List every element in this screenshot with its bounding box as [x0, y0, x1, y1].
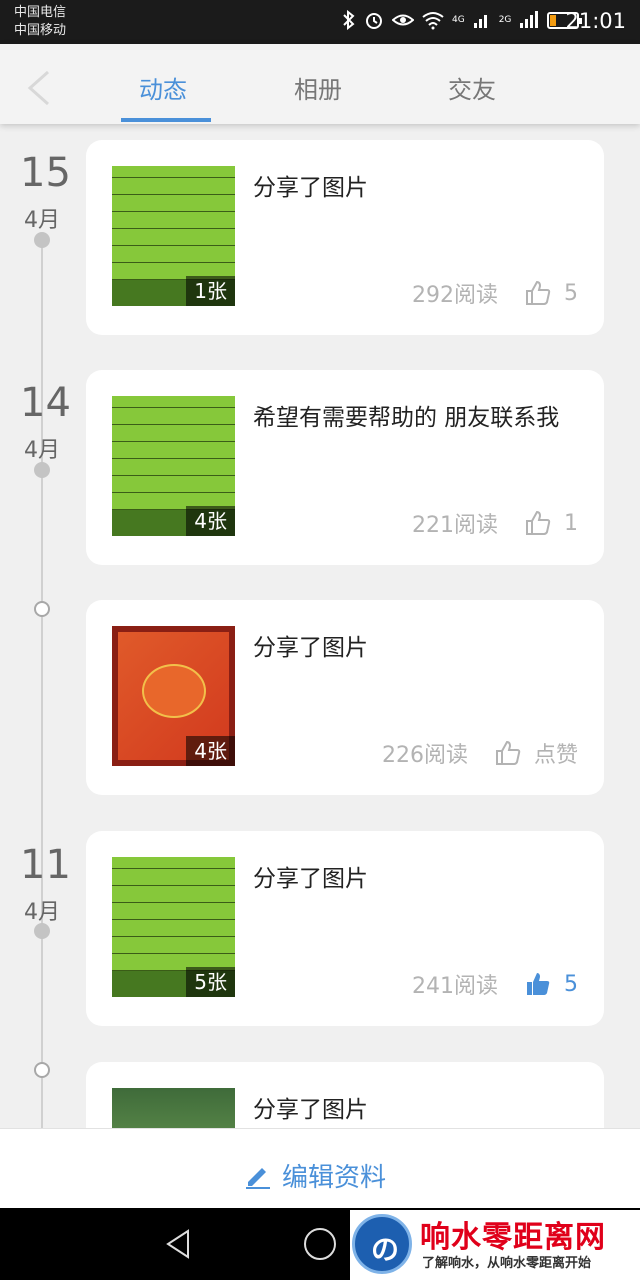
watermark: の 响水零距离网 了解响水，从响水零距离开始	[350, 1210, 640, 1280]
post-text: 分享了图片	[253, 635, 368, 661]
post-date-month: 4月	[24, 900, 60, 925]
image-count-badge: 5张	[186, 967, 235, 997]
like-count[interactable]: 5	[564, 972, 578, 997]
post-card[interactable]: 4张 希望有需要帮助的 朋友联系我 221阅读 1	[86, 370, 604, 565]
carrier-labels: 中国电信 中国移动	[14, 4, 66, 40]
like-button-label[interactable]: 点赞	[534, 737, 578, 769]
alarm-icon	[366, 13, 382, 29]
post-text: 分享了图片	[253, 866, 368, 892]
post-footer: 241阅读 5	[412, 967, 578, 1001]
status-icons: 4G 2G	[342, 10, 583, 30]
thumbs-up-icon[interactable]	[524, 279, 552, 307]
post-thumbnail[interactable]: 1张	[112, 166, 235, 306]
timeline-line	[41, 240, 43, 1140]
post-card[interactable]: 4张 分享了图片 226阅读 点赞	[86, 600, 604, 795]
back-arrow-icon[interactable]	[24, 68, 64, 108]
post-card[interactable]: 5张 分享了图片 241阅读 5	[86, 831, 604, 1026]
post-date-day: 15	[20, 150, 71, 196]
timeline-dot	[34, 601, 50, 617]
edit-profile-label: 编辑资料	[282, 1163, 387, 1193]
network-type-4g: 4G	[452, 15, 465, 25]
read-count: 221阅读	[412, 513, 498, 538]
read-count: 292阅读	[412, 283, 498, 308]
watermark-logo: の	[352, 1214, 412, 1274]
post-date-month: 4月	[24, 438, 60, 463]
status-bar: 中国电信 中国移动 4G 2G 21:01	[0, 0, 640, 44]
thumbs-up-filled-icon[interactable]	[524, 970, 552, 998]
post-date-day: 11	[20, 842, 71, 888]
timeline-dot	[34, 232, 50, 248]
tab-dynamics[interactable]: 动态	[139, 70, 187, 105]
image-count-badge: 4张	[186, 736, 235, 766]
wifi-icon	[422, 12, 444, 30]
top-nav: 动态 相册 交友	[0, 44, 640, 124]
tab-friends[interactable]: 交友	[448, 70, 496, 105]
like-count[interactable]: 5	[564, 281, 578, 306]
post-thumbnail[interactable]: 4张	[112, 396, 235, 536]
carrier-1: 中国电信	[14, 5, 67, 20]
image-count-badge: 1张	[186, 276, 235, 306]
post-thumbnail[interactable]: 4张	[112, 626, 235, 766]
timeline-dot	[34, 462, 50, 478]
post-thumbnail[interactable]: 5张	[112, 857, 235, 997]
post-text: 希望有需要帮助的 朋友联系我	[253, 405, 560, 431]
pencil-icon	[246, 1167, 270, 1189]
edit-profile-button[interactable]: 编辑资料	[244, 1157, 386, 1194]
post-date-day: 14	[20, 380, 71, 426]
post-text: 分享了图片	[253, 175, 368, 201]
nav-back-icon[interactable]	[164, 1228, 192, 1260]
bottom-action-bar: 编辑资料	[0, 1128, 640, 1208]
post-footer: 221阅读 1	[412, 506, 578, 540]
carrier-2: 中国移动	[14, 23, 67, 38]
bluetooth-icon	[343, 10, 355, 30]
status-time: 21:01	[565, 9, 626, 33]
eye-icon	[392, 14, 414, 26]
network-type-2g: 2G	[498, 15, 512, 25]
active-tab-indicator	[121, 118, 211, 122]
signal-icon	[473, 15, 487, 28]
watermark-title: 响水零距离网	[420, 1220, 606, 1255]
post-card[interactable]: 1张 分享了图片 292阅读 5	[86, 140, 604, 335]
post-footer: 292阅读 5	[412, 276, 578, 310]
post-footer: 226阅读 点赞	[382, 736, 578, 770]
read-count: 226阅读	[381, 743, 468, 768]
read-count: 241阅读	[412, 974, 498, 999]
nav-home-icon[interactable]	[304, 1228, 336, 1260]
post-date-month: 4月	[24, 208, 60, 233]
thumbs-up-icon[interactable]	[494, 739, 522, 767]
post-text: 分享了图片	[253, 1097, 368, 1123]
timeline-dot	[34, 1062, 50, 1078]
timeline-dot	[34, 923, 50, 939]
watermark-subtitle: 了解响水，从响水零距离开始	[422, 1256, 592, 1271]
thumbs-up-icon[interactable]	[524, 509, 552, 537]
image-count-badge: 4张	[186, 506, 235, 536]
tab-album[interactable]: 相册	[294, 70, 342, 105]
like-count[interactable]: 1	[564, 511, 578, 536]
signal-icon-2	[520, 11, 539, 28]
